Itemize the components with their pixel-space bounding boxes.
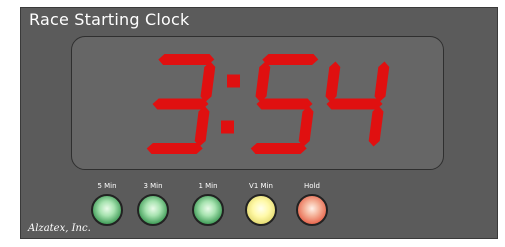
company-name: Alzatex, Inc.	[28, 223, 91, 234]
digit-seconds-tens	[250, 54, 319, 154]
button-1-min-label: 1 Min	[198, 182, 218, 190]
segment-a	[262, 54, 319, 65]
segment-a	[158, 54, 215, 65]
button-5-min[interactable]	[91, 194, 123, 226]
colon-dot	[227, 74, 240, 88]
colon-separator	[221, 74, 240, 134]
colon-dot	[221, 120, 234, 134]
digit-seconds-ones	[325, 61, 390, 147]
button-v1-min-label: V1 Min	[249, 182, 273, 190]
button-hold[interactable]	[296, 194, 328, 226]
button-3-min[interactable]	[137, 194, 169, 226]
segment-b	[200, 61, 216, 102]
button-3-min-label: 3 Min	[143, 182, 163, 190]
segment-f	[255, 61, 271, 102]
button-hold-label: Hold	[304, 182, 320, 190]
window-title: Race Starting Clock	[29, 10, 190, 29]
segment-f	[325, 61, 341, 102]
button-hold-group: Hold	[293, 180, 331, 226]
segment-g	[152, 98, 209, 110]
segment-c	[194, 106, 210, 147]
segment-c	[368, 106, 384, 147]
segment-g	[326, 98, 383, 110]
button-1-min[interactable]	[192, 194, 224, 226]
button-v1-min[interactable]	[245, 194, 277, 226]
segment-d	[146, 143, 203, 154]
segment-g	[256, 98, 313, 110]
button-5-min-label: 5 Min	[97, 182, 117, 190]
clock-digits	[146, 54, 390, 154]
clock-panel: Race Starting Clock 5 Min 3 Min 1 Min V1…	[20, 7, 498, 239]
digit-minutes	[146, 54, 216, 154]
segment-b	[374, 61, 390, 102]
segment-d	[250, 143, 307, 154]
segment-c	[298, 106, 314, 147]
button-5-min-group: 5 Min	[88, 180, 126, 226]
button-v1-min-group: V1 Min	[242, 180, 280, 226]
seven-segment-display	[71, 36, 444, 170]
button-3-min-group: 3 Min	[134, 180, 172, 226]
button-1-min-group: 1 Min	[189, 180, 227, 226]
